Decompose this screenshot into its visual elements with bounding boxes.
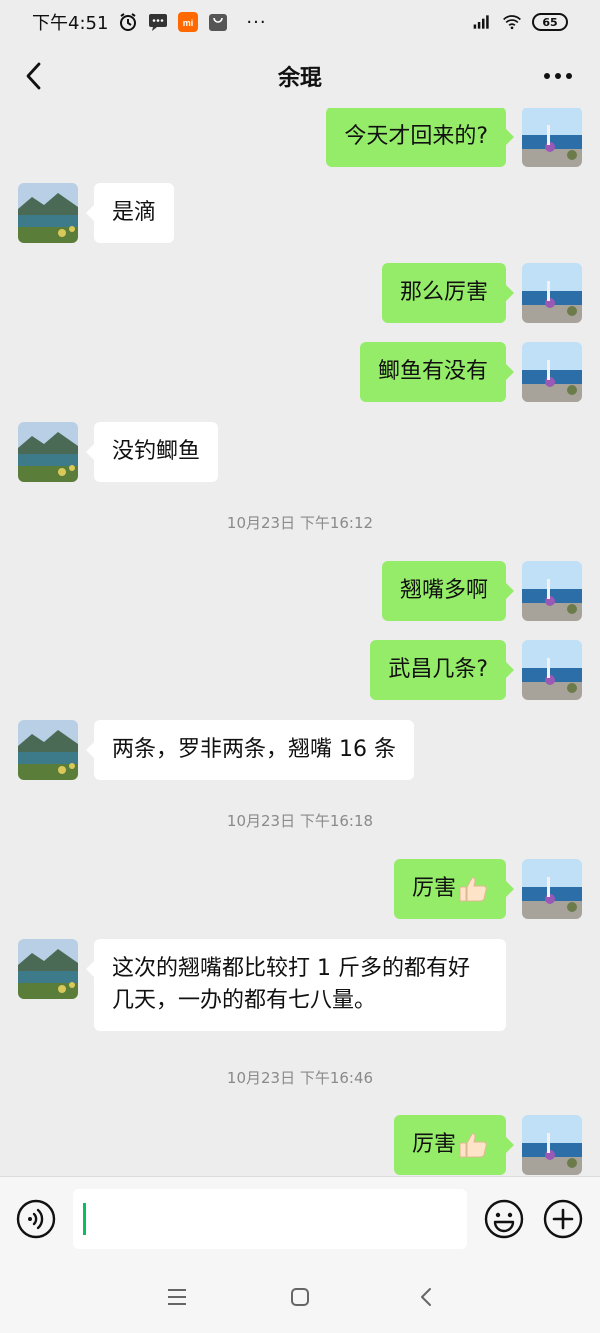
my-avatar[interactable] (522, 561, 582, 621)
signal-icon (472, 12, 492, 32)
message-text: 鲫鱼有没有 (377, 359, 488, 384)
store-app-icon (208, 12, 228, 32)
voice-button[interactable] (16, 1199, 56, 1239)
message-text: 两条，罗非两条，翘嘴 16 条 (112, 737, 396, 762)
nav-back-button[interactable] (411, 1282, 441, 1312)
home-button[interactable] (285, 1282, 315, 1312)
message-bubble[interactable]: 武昌几条? (370, 640, 514, 700)
message-sent: 厉害 (0, 859, 600, 919)
contact-avatar[interactable] (18, 939, 78, 999)
timestamp: 10月23日 下午16:18 (226, 812, 374, 830)
message-sent: 今天才回来的? (0, 108, 600, 167)
message-sent: 武昌几条? (0, 640, 600, 700)
more-functions-button[interactable] (543, 1199, 583, 1239)
contact-avatar[interactable] (18, 720, 78, 780)
thumbs-up-icon (459, 877, 487, 902)
my-avatar[interactable] (522, 108, 582, 167)
emoji-button[interactable] (484, 1199, 524, 1239)
my-avatar[interactable] (522, 1115, 582, 1175)
alarm-icon (118, 12, 138, 32)
svg-text:mi: mi (183, 18, 194, 28)
message-sent: 那么厉害 (0, 263, 600, 323)
back-button[interactable] (16, 58, 52, 94)
wifi-icon (502, 12, 522, 32)
more-options-button[interactable] (538, 58, 578, 94)
message-bubble[interactable]: 是滴 (85, 183, 175, 243)
message-sent: 鲫鱼有没有 (0, 342, 600, 402)
message-bubble[interactable]: 厉害 (393, 859, 515, 919)
chat-header: 余琨 (0, 44, 600, 108)
message-received: 两条，罗非两条，翘嘴 16 条 (0, 720, 600, 780)
message-text: 没钓鲫鱼 (112, 439, 201, 464)
menu-button[interactable] (162, 1282, 192, 1312)
message-bubble[interactable]: 厉害 (393, 1115, 515, 1175)
message-received: 是滴 (0, 183, 600, 243)
my-avatar[interactable] (522, 263, 582, 323)
message-bubble[interactable]: 今天才回来的? (326, 108, 514, 167)
mi-app-icon: mi (178, 12, 199, 32)
message-received: 这次的翘嘴都比较打 1 斤多的都有好几天，一办的都有七八量。 (0, 939, 600, 1031)
message-bubble[interactable]: 鲫鱼有没有 (359, 342, 515, 402)
message-sent: 厉害 (0, 1115, 600, 1175)
timestamp: 10月23日 下午16:46 (226, 1069, 374, 1087)
text-cursor (83, 1203, 86, 1235)
my-avatar[interactable] (522, 342, 582, 402)
emoji-icon (484, 1199, 524, 1239)
contact-avatar[interactable] (18, 422, 78, 482)
thumbs-up-icon (459, 1133, 487, 1158)
status-time: 下午4:51 (32, 13, 109, 34)
message-sent: 翘嘴多啊 (0, 561, 600, 621)
message-text: 翘嘴多啊 (399, 578, 488, 603)
more-icon (544, 73, 572, 79)
message-bubble[interactable]: 没钓鲫鱼 (85, 422, 219, 482)
message-notification-icon (148, 12, 168, 32)
chevron-left-icon (26, 62, 41, 90)
chat-title: 余琨 (277, 66, 322, 91)
message-input[interactable] (73, 1189, 467, 1249)
message-received: 没钓鲫鱼 (0, 422, 600, 482)
message-bubble[interactable]: 那么厉害 (381, 263, 515, 323)
message-text: 今天才回来的? (344, 124, 488, 149)
message-text: 厉害 (411, 876, 456, 901)
message-bubble[interactable]: 翘嘴多啊 (381, 561, 515, 621)
system-nav-bar (0, 1260, 600, 1333)
nav-back-icon (421, 1288, 431, 1306)
timestamp: 10月23日 下午16:12 (226, 514, 374, 532)
status-bar: 下午4:51 mi ··· 65 (0, 0, 600, 44)
message-text: 厉害 (411, 1132, 456, 1157)
more-notifications-dots: ··· (246, 11, 267, 33)
message-text: 这次的翘嘴都比较打 1 斤多的都有好几天，一办的都有七八量。 (112, 956, 470, 1013)
message-text: 是滴 (112, 200, 157, 225)
battery-indicator: 65 (532, 13, 568, 31)
message-bubble[interactable]: 这次的翘嘴都比较打 1 斤多的都有好几天，一办的都有七八量。 (86, 939, 506, 1031)
menu-icon (168, 1289, 186, 1305)
message-bubble[interactable]: 两条，罗非两条，翘嘴 16 条 (86, 720, 414, 780)
voice-icon (16, 1199, 56, 1239)
my-avatar[interactable] (522, 859, 582, 919)
home-icon (291, 1288, 309, 1306)
message-text: 那么厉害 (399, 280, 488, 305)
chat-message-list[interactable]: 今天才回来的? 是滴 那么厉害 鲫鱼有没有 没钓鲫鱼 10月23日 下午16:1… (0, 108, 600, 1176)
my-avatar[interactable] (522, 640, 582, 700)
input-bar (0, 1176, 600, 1260)
message-text: 武昌几条? (388, 657, 488, 682)
plus-icon (543, 1199, 583, 1239)
contact-avatar[interactable] (18, 183, 78, 243)
